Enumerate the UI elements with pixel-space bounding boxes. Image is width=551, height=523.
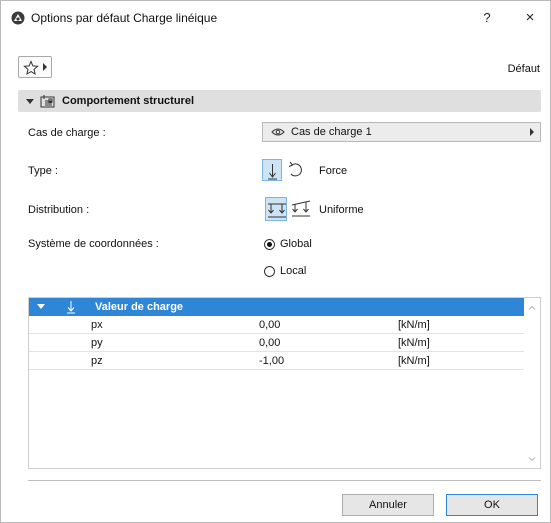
load-case-value: Cas de charge 1 — [291, 126, 372, 138]
load-value-table: Valeur de charge px 0,00 [kN/m] py 0,00 … — [28, 297, 541, 469]
cancel-button[interactable]: Annuler — [342, 494, 434, 516]
title-bar: Options par défaut Charge linéique ? × — [1, 1, 550, 35]
row-name: px — [91, 319, 103, 331]
table-scrollbar[interactable] — [524, 298, 540, 468]
uniform-distribution-button[interactable] — [265, 197, 287, 221]
load-case-dropdown[interactable]: Cas de charge 1 — [262, 122, 541, 142]
table-header-row[interactable]: Valeur de charge — [29, 298, 524, 316]
radio-local-label: Local — [280, 265, 307, 277]
eye-icon — [271, 127, 285, 140]
default-label: Défaut — [507, 63, 540, 75]
row-unit: [kN/m] — [398, 355, 430, 367]
row-value[interactable]: -1,00 — [259, 355, 284, 367]
force-type-button[interactable] — [262, 159, 282, 181]
scroll-down-icon[interactable] — [528, 454, 536, 462]
type-value: Force — [319, 165, 348, 177]
table-row[interactable]: px 0,00 [kN/m] — [29, 316, 524, 334]
table-row[interactable]: py 0,00 [kN/m] — [29, 334, 524, 352]
section-header-structural[interactable]: Comportement structurel — [18, 90, 541, 112]
load-arrow-icon — [65, 300, 77, 317]
app-logo-icon — [11, 11, 25, 25]
coordinate-system-label: Système de coordonnées : — [28, 238, 159, 250]
type-label: Type : — [28, 165, 58, 177]
section-title: Comportement structurel — [62, 95, 195, 107]
radio-global-label: Global — [280, 238, 312, 250]
uniform-load-icon — [268, 203, 286, 218]
star-icon — [23, 60, 39, 76]
row-value[interactable]: 0,00 — [259, 337, 280, 349]
row-value[interactable]: 0,00 — [259, 319, 280, 331]
radio-local[interactable] — [264, 266, 275, 277]
row-name: py — [91, 337, 103, 349]
favorites-caret-icon — [43, 63, 47, 71]
force-arrow-icon — [268, 164, 277, 180]
radio-global[interactable] — [264, 239, 275, 250]
scroll-up-icon[interactable] — [528, 303, 536, 311]
moment-type-button[interactable] — [285, 159, 305, 181]
distribution-label: Distribution : — [28, 204, 90, 216]
help-button[interactable]: ? — [477, 7, 497, 29]
footer-divider — [28, 480, 541, 481]
moment-icon — [288, 161, 302, 177]
ok-button[interactable]: OK — [446, 494, 538, 516]
trapezoid-load-icon — [291, 200, 311, 217]
trapezoid-distribution-button[interactable] — [290, 197, 312, 221]
distribution-value: Uniforme — [319, 204, 364, 216]
favorites-button[interactable] — [18, 56, 52, 78]
collapse-triangle-icon — [37, 304, 45, 309]
row-name: pz — [91, 355, 103, 367]
row-unit: [kN/m] — [398, 337, 430, 349]
table-row[interactable]: pz -1,00 [kN/m] — [29, 352, 524, 370]
structural-settings-icon — [40, 94, 56, 111]
dialog-window: Options par défaut Charge linéique ? × D… — [0, 0, 551, 523]
collapse-triangle-icon — [26, 99, 34, 104]
dropdown-caret-icon — [530, 128, 534, 136]
row-unit: [kN/m] — [398, 319, 430, 331]
window-title: Options par défaut Charge linéique — [31, 11, 218, 25]
table-header-title: Valeur de charge — [95, 301, 184, 313]
close-button[interactable]: × — [519, 7, 541, 29]
load-case-label: Cas de charge : — [28, 127, 106, 139]
